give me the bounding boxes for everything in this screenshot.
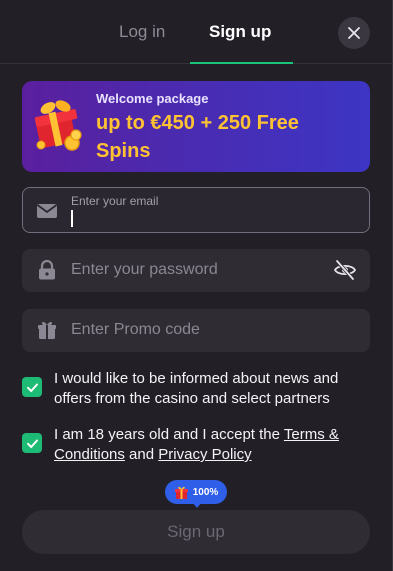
tab-login[interactable]: Log in (119, 20, 165, 44)
signup-submit-button[interactable]: Sign up (22, 510, 370, 554)
checkmark-icon (26, 439, 38, 448)
progress-badge: 100% (165, 480, 227, 508)
banner-subtitle: Welcome package (96, 91, 209, 106)
banner-title: up to €450 + 250 Free Spins (96, 112, 299, 162)
eye-off-icon[interactable] (333, 258, 357, 282)
gift-box-icon (34, 100, 82, 151)
email-label: Enter your email (71, 194, 159, 208)
gift-icon (38, 321, 56, 339)
promo-code-field[interactable]: Enter Promo code (22, 309, 370, 352)
password-field[interactable]: Enter your password (22, 249, 370, 292)
signup-modal: Log in Sign up Welcome package up to €45… (0, 0, 393, 571)
envelope-icon (36, 204, 58, 218)
age-consent-text: I am 18 years old and I accept the Terms… (54, 425, 372, 465)
active-tab-indicator (190, 62, 293, 64)
password-placeholder: Enter your password (71, 261, 218, 278)
promo-placeholder: Enter Promo code (71, 321, 200, 338)
tab-signup[interactable]: Sign up (209, 20, 271, 44)
lock-icon (39, 259, 55, 280)
age-consent-prefix: I am 18 years old and I accept the (54, 426, 284, 443)
close-icon (348, 27, 360, 39)
checkmark-icon (26, 383, 38, 392)
news-consent-text: I would like to be informed about news a… (54, 370, 339, 407)
auth-tabs: Log in Sign up (0, 0, 393, 64)
progress-badge-text: 100% (192, 486, 219, 498)
news-consent-checkbox[interactable] (22, 377, 42, 397)
age-consent-middle: and (124, 446, 159, 463)
close-button[interactable] (338, 17, 370, 49)
age-consent-checkbox[interactable] (22, 433, 42, 453)
text-caret (71, 210, 73, 227)
gift-icon (174, 486, 188, 499)
privacy-link[interactable]: Privacy Policy (158, 446, 251, 463)
welcome-banner[interactable]: Welcome package up to €450 + 250 Free Sp… (22, 81, 370, 172)
email-field[interactable]: Enter your email (22, 187, 370, 233)
